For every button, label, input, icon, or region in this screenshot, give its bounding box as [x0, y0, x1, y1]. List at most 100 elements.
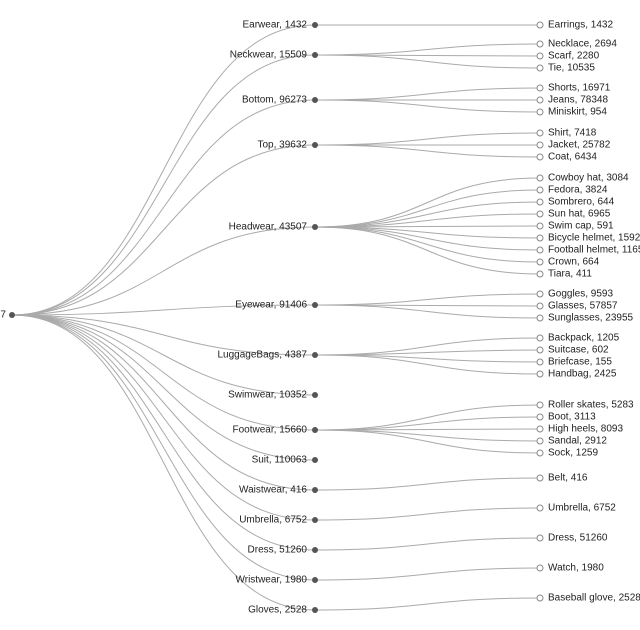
leaf-dot-roller-skates[interactable]	[537, 402, 543, 408]
leaf-dot-goggles[interactable]	[537, 291, 543, 297]
leaf-dot-crown[interactable]	[537, 259, 543, 265]
link-root-bottom	[12, 100, 315, 315]
leaf-dot-handbag[interactable]	[537, 371, 543, 377]
leaf-dot-swim-cap[interactable]	[537, 223, 543, 229]
node-dot-footwear[interactable]	[312, 427, 318, 433]
node-label-footwear: Footwear, 15660	[233, 425, 308, 436]
leaf-dot-baseball-glove[interactable]	[537, 595, 543, 601]
leaf-label-swim-cap: Swim cap, 591	[548, 221, 614, 232]
node-label-luggagebags: LuggageBags, 4387	[217, 350, 307, 361]
link-dress-dress-leaf	[315, 538, 540, 550]
node-label-suit: Suit, 110063	[252, 455, 308, 466]
leaf-dot-suitcase[interactable]	[537, 347, 543, 353]
leaf-label-tiara: Tiara, 411	[548, 269, 592, 280]
leaf-label-sock: Sock, 1259	[548, 448, 598, 459]
root-node-dot	[9, 312, 15, 318]
leaf-dot-sun-hat[interactable]	[537, 211, 543, 217]
link-headwear-tiara	[315, 227, 540, 274]
link-bottom-miniskirt	[315, 100, 540, 112]
leaf-dot-fedora[interactable]	[537, 187, 543, 193]
hierarchy-tree: Clothing, 490777Earwear, 1432Neckwear, 1…	[0, 0, 640, 630]
leaf-dot-briefcase[interactable]	[537, 359, 543, 365]
leaf-dot-high-heels[interactable]	[537, 426, 543, 432]
link-headwear-football-helmet	[315, 227, 540, 250]
node-dot-luggagebags[interactable]	[312, 352, 318, 358]
leaf-label-earrings: Earrings, 1432	[548, 20, 613, 31]
leaf-dot-cowboy-hat[interactable]	[537, 175, 543, 181]
leaf-dot-sombrero[interactable]	[537, 199, 543, 205]
link-umbrella-umbrella-leaf	[315, 508, 540, 520]
leaf-label-umbrella-leaf: Umbrella, 6752	[548, 503, 616, 514]
link-neckwear-tie	[315, 55, 540, 68]
leaf-dot-coat[interactable]	[537, 154, 543, 160]
leaf-dot-sandal[interactable]	[537, 438, 543, 444]
node-dot-neckwear[interactable]	[312, 52, 318, 58]
leaf-label-sunglasses: Sunglasses, 23955	[548, 313, 634, 324]
node-dot-suit[interactable]	[312, 457, 318, 463]
leaf-label-football-helmet: Football helmet, 11657	[548, 245, 640, 256]
leaf-label-watch: Watch, 1980	[548, 563, 604, 574]
link-top-coat	[315, 145, 540, 157]
node-dot-dress[interactable]	[312, 547, 318, 553]
leaf-label-jeans: Jeans, 78348	[548, 95, 608, 106]
node-dot-umbrella[interactable]	[312, 517, 318, 523]
leaf-dot-scarf[interactable]	[537, 53, 543, 59]
leaf-label-tie: Tie, 10535	[548, 63, 595, 74]
leaf-dot-backpack[interactable]	[537, 335, 543, 341]
node-dot-earwear[interactable]	[312, 22, 318, 28]
link-root-footwear	[12, 315, 315, 430]
link-eyewear-goggles	[315, 294, 540, 305]
leaf-dot-boot[interactable]	[537, 414, 543, 420]
leaf-dot-necklace[interactable]	[537, 41, 543, 47]
node-dot-waistwear[interactable]	[312, 487, 318, 493]
leaf-dot-sock[interactable]	[537, 450, 543, 456]
leaf-label-scarf: Scarf, 2280	[548, 51, 600, 62]
node-dot-swimwear[interactable]	[312, 392, 318, 398]
node-label-gloves: Gloves, 2528	[248, 605, 307, 616]
leaf-label-goggles: Goggles, 9593	[548, 289, 613, 300]
node-dot-eyewear[interactable]	[312, 302, 318, 308]
leaf-dot-tie[interactable]	[537, 65, 543, 71]
node-dot-headwear[interactable]	[312, 224, 318, 230]
node-dot-bottom[interactable]	[312, 97, 318, 103]
leaf-label-jacket: Jacket, 25782	[548, 140, 611, 151]
leaf-dot-dress-leaf[interactable]	[537, 535, 543, 541]
node-dot-wristwear[interactable]	[312, 577, 318, 583]
leaf-label-dress-leaf: Dress, 51260	[548, 533, 608, 544]
leaf-label-boot: Boot, 3113	[548, 412, 596, 423]
link-footwear-sandal	[315, 430, 540, 441]
leaf-dot-sunglasses[interactable]	[537, 315, 543, 321]
leaf-dot-bicycle-helmet[interactable]	[537, 235, 543, 241]
node-label-neckwear: Neckwear, 15509	[230, 50, 308, 61]
leaf-label-sombrero: Sombrero, 644	[548, 197, 615, 208]
leaf-dot-umbrella-leaf[interactable]	[537, 505, 543, 511]
leaf-label-necklace: Necklace, 2694	[548, 39, 617, 50]
leaf-label-coat: Coat, 6434	[548, 152, 597, 163]
leaf-dot-jeans[interactable]	[537, 97, 543, 103]
node-label-headwear: Headwear, 43507	[229, 222, 308, 233]
leaf-label-sandal: Sandal, 2912	[548, 436, 607, 447]
node-label-swimwear: Swimwear, 10352	[228, 390, 307, 401]
leaf-label-crown: Crown, 664	[548, 257, 600, 268]
leaf-dot-earrings[interactable]	[537, 22, 543, 28]
leaf-label-fedora: Fedora, 3824	[548, 185, 608, 196]
leaf-label-handbag: Handbag, 2425	[548, 369, 617, 380]
leaf-label-belt: Belt, 416	[548, 473, 588, 484]
leaf-dot-miniskirt[interactable]	[537, 109, 543, 115]
node-dot-gloves[interactable]	[312, 607, 318, 613]
leaf-dot-watch[interactable]	[537, 565, 543, 571]
leaf-dot-jacket[interactable]	[537, 142, 543, 148]
leaf-dot-glasses[interactable]	[537, 303, 543, 309]
node-label-wristwear: Wristwear, 1980	[235, 575, 307, 586]
leaf-dot-football-helmet[interactable]	[537, 247, 543, 253]
link-wristwear-watch	[315, 568, 540, 580]
node-dot-top[interactable]	[312, 142, 318, 148]
leaf-label-roller-skates: Roller skates, 5283	[548, 400, 634, 411]
leaf-dot-shirt[interactable]	[537, 130, 543, 136]
leaf-label-cowboy-hat: Cowboy hat, 3084	[548, 173, 629, 184]
link-eyewear-sunglasses	[315, 305, 540, 318]
leaf-dot-belt[interactable]	[537, 475, 543, 481]
node-label-umbrella: Umbrella, 6752	[239, 515, 307, 526]
leaf-dot-shorts[interactable]	[537, 85, 543, 91]
leaf-dot-tiara[interactable]	[537, 271, 543, 277]
